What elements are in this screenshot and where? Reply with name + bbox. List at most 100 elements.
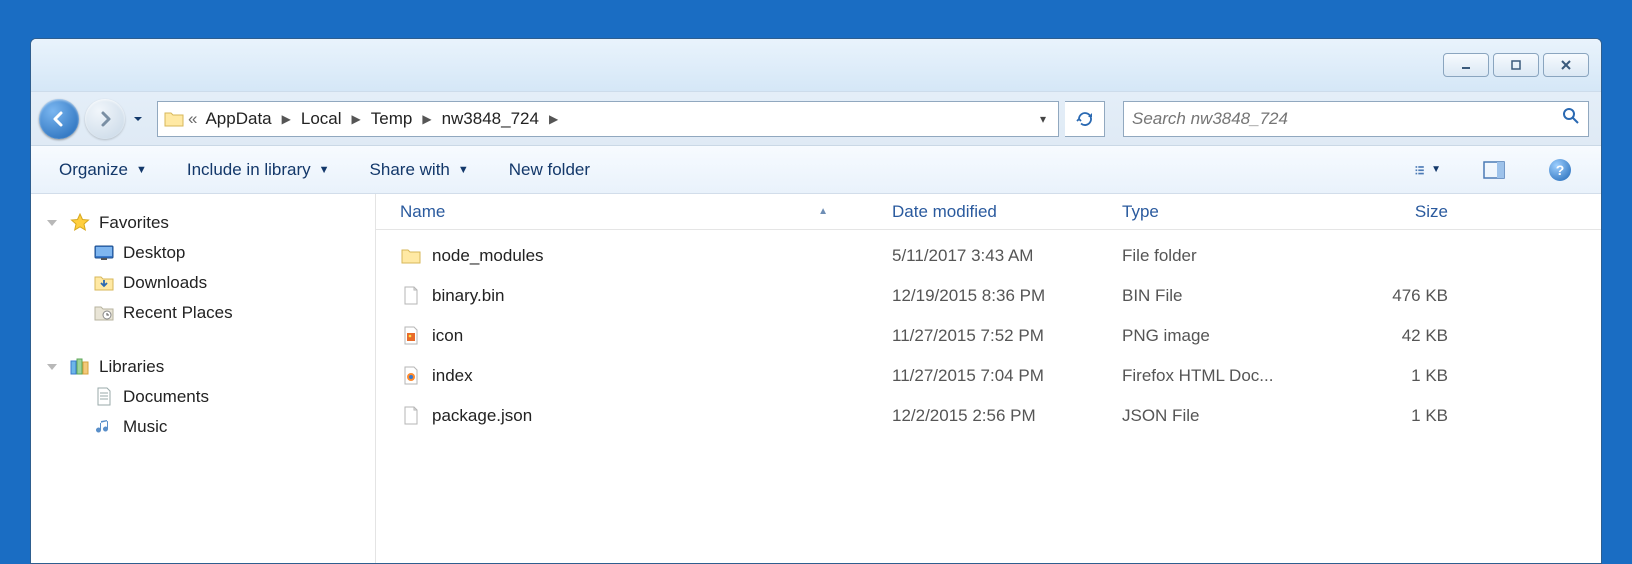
file-size: 42 KB [1340, 326, 1460, 346]
file-date: 12/2/2015 2:56 PM [880, 406, 1110, 426]
star-icon [69, 212, 91, 234]
navbar: « AppData ▶ Local ▶ Temp ▶ nw3848_724 ▶ … [31, 92, 1601, 146]
libraries-icon [69, 356, 91, 378]
sidebar-item-music[interactable]: Music [31, 412, 375, 442]
file-date: 12/19/2015 8:36 PM [880, 286, 1110, 306]
sidebar-item-documents[interactable]: Documents [31, 382, 375, 412]
downloads-icon [93, 272, 115, 294]
file-size: 476 KB [1340, 286, 1460, 306]
share-label: Share with [370, 160, 450, 180]
view-options-button[interactable]: ▼ [1415, 157, 1441, 183]
include-label: Include in library [187, 160, 311, 180]
recent-icon [93, 302, 115, 324]
search-input[interactable] [1132, 109, 1562, 129]
column-name[interactable]: Name ▲ [376, 202, 880, 222]
png-icon [400, 325, 422, 347]
search-icon[interactable] [1562, 107, 1580, 130]
blank-icon [400, 405, 422, 427]
file-row[interactable]: icon 11/27/2015 7:52 PMPNG image42 KB [376, 316, 1601, 356]
address-bar[interactable]: « AppData ▶ Local ▶ Temp ▶ nw3848_724 ▶ … [157, 101, 1059, 137]
file-name: icon [432, 326, 463, 346]
help-button[interactable]: ? [1547, 157, 1573, 183]
folder-icon [400, 245, 422, 267]
file-type: File folder [1110, 246, 1340, 266]
new-folder-button[interactable]: New folder [509, 160, 590, 180]
address-dropdown[interactable]: ▾ [1032, 112, 1054, 126]
file-size: 1 KB [1340, 406, 1460, 426]
sidebar-item-label: Recent Places [123, 303, 233, 323]
sidebar-item-label: Music [123, 417, 167, 437]
help-icon: ? [1549, 159, 1571, 181]
file-name: node_modules [432, 246, 544, 266]
sidebar-item-downloads[interactable]: Downloads [31, 268, 375, 298]
breadcrumb-current[interactable]: nw3848_724 [436, 109, 545, 129]
column-headers: Name ▲ Date modified Type Size [376, 194, 1601, 230]
minimize-button[interactable] [1443, 53, 1489, 77]
file-date: 11/27/2015 7:52 PM [880, 326, 1110, 346]
back-button[interactable] [39, 99, 79, 139]
music-icon [93, 416, 115, 438]
breadcrumb-temp[interactable]: Temp [365, 109, 419, 129]
breadcrumb-local[interactable]: Local [295, 109, 348, 129]
preview-pane-button[interactable] [1481, 157, 1507, 183]
sidebar-libraries-header[interactable]: Libraries [31, 352, 375, 382]
documents-icon [93, 386, 115, 408]
html-icon [400, 365, 422, 387]
forward-button[interactable] [85, 99, 125, 139]
chevron-right-icon[interactable]: ▶ [278, 112, 295, 126]
include-library-menu[interactable]: Include in library ▼ [187, 160, 330, 180]
column-date[interactable]: Date modified [880, 202, 1110, 222]
sidebar-item-recent[interactable]: Recent Places [31, 298, 375, 328]
maximize-button[interactable] [1493, 53, 1539, 77]
titlebar [31, 39, 1601, 92]
search-box[interactable] [1123, 101, 1589, 137]
breadcrumb-appdata[interactable]: AppData [199, 109, 277, 129]
chevron-down-icon: ▼ [136, 164, 147, 176]
desktop-icon [93, 242, 115, 264]
history-dropdown[interactable] [131, 112, 145, 126]
column-size[interactable]: Size [1340, 202, 1460, 222]
file-row[interactable]: index11/27/2015 7:04 PMFirefox HTML Doc.… [376, 356, 1601, 396]
file-list-pane: Name ▲ Date modified Type Size node_modu… [376, 194, 1601, 563]
content-area: Favorites Desktop Downloads Recent Place… [31, 194, 1601, 563]
file-rows: node_modules 5/11/2017 3:43 AMFile folder… [376, 230, 1601, 436]
blank-icon [400, 285, 422, 307]
sidebar-favorites-header[interactable]: Favorites [31, 208, 375, 238]
organize-menu[interactable]: Organize ▼ [59, 160, 147, 180]
file-type: Firefox HTML Doc... [1110, 366, 1340, 386]
file-row[interactable]: package.json 12/2/2015 2:56 PMJSON File1 … [376, 396, 1601, 436]
chevron-right-icon[interactable]: ▶ [545, 112, 562, 126]
file-date: 11/27/2015 7:04 PM [880, 366, 1110, 386]
file-type: BIN File [1110, 286, 1340, 306]
file-name: package.json [432, 406, 532, 426]
file-type: JSON File [1110, 406, 1340, 426]
file-size: 1 KB [1340, 366, 1460, 386]
chevron-down-icon: ▼ [458, 164, 469, 176]
toolbar: Organize ▼ Include in library ▼ Share wi… [31, 146, 1601, 194]
file-name: binary.bin [432, 286, 504, 306]
file-row[interactable]: binary.bin 12/19/2015 8:36 PMBIN File476 … [376, 276, 1601, 316]
file-type: PNG image [1110, 326, 1340, 346]
explorer-window: « AppData ▶ Local ▶ Temp ▶ nw3848_724 ▶ … [30, 38, 1602, 564]
folder-icon [162, 108, 186, 130]
chevron-right-icon[interactable]: ▶ [348, 112, 365, 126]
sort-indicator-icon: ▲ [818, 206, 828, 217]
sidebar-item-label: Documents [123, 387, 209, 407]
libraries-label: Libraries [99, 357, 164, 377]
file-date: 5/11/2017 3:43 AM [880, 246, 1110, 266]
sidebar-item-label: Desktop [123, 243, 185, 263]
newfolder-label: New folder [509, 160, 590, 180]
refresh-button[interactable] [1065, 101, 1105, 137]
chevron-right-icon[interactable]: ▶ [418, 112, 435, 126]
column-type[interactable]: Type [1110, 202, 1340, 222]
chevron-down-icon: ▼ [1431, 164, 1441, 175]
sidebar-item-desktop[interactable]: Desktop [31, 238, 375, 268]
sidebar-item-label: Downloads [123, 273, 207, 293]
chevron-down-icon: ▼ [319, 164, 330, 176]
organize-label: Organize [59, 160, 128, 180]
share-menu[interactable]: Share with ▼ [370, 160, 469, 180]
navigation-pane: Favorites Desktop Downloads Recent Place… [31, 194, 376, 563]
close-button[interactable] [1543, 53, 1589, 77]
file-row[interactable]: node_modules 5/11/2017 3:43 AMFile folder [376, 236, 1601, 276]
favorites-label: Favorites [99, 213, 169, 233]
